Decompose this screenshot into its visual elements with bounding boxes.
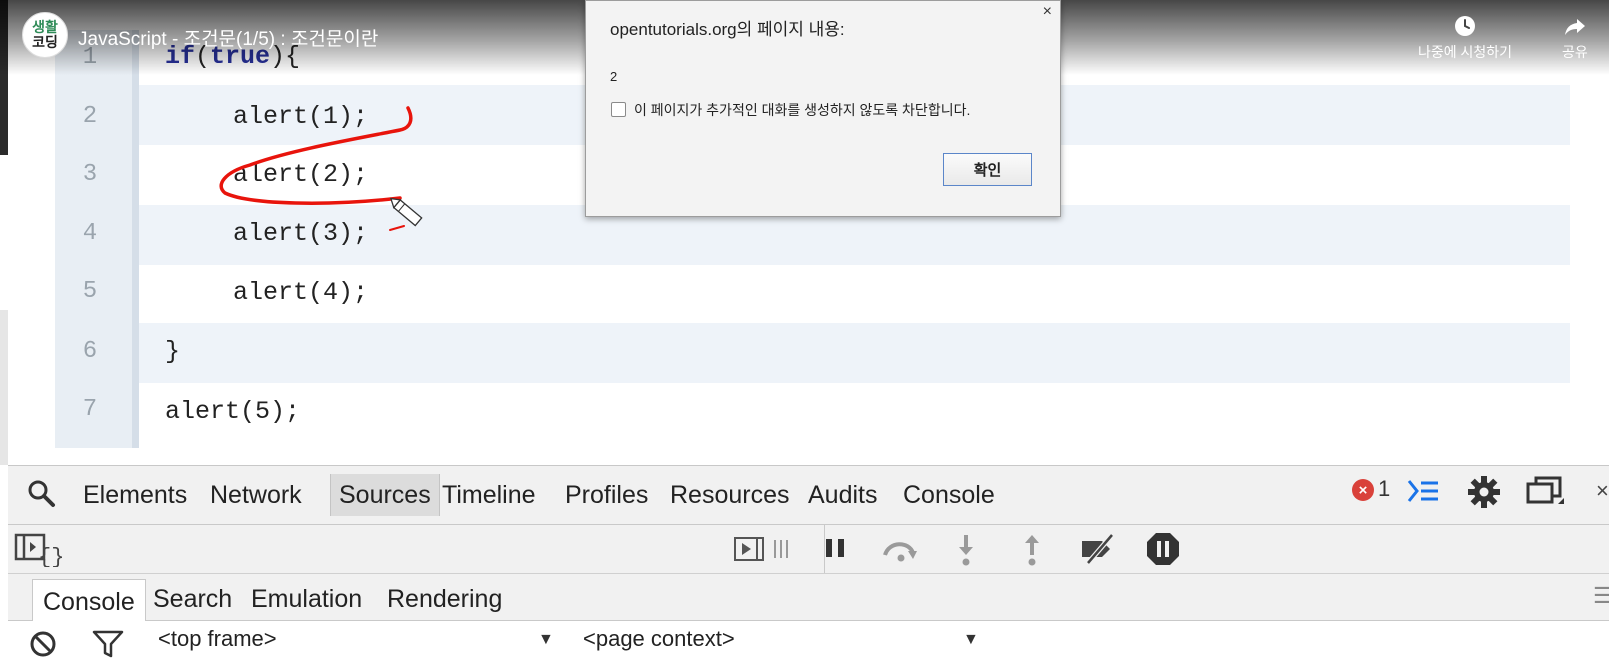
devtools-tabbar: Elements Network Sources Timeline Profil… (8, 466, 1609, 525)
watch-later-button[interactable]: 나중에 시청하기 (1418, 14, 1512, 62)
tab-profiles[interactable]: Profiles (565, 481, 648, 510)
video-title[interactable]: JavaScript - 조건문(1/5) : 조건문이란 (78, 24, 378, 51)
dock-side-icon[interactable] (1526, 476, 1566, 508)
tab-network[interactable]: Network (210, 481, 302, 510)
error-icon[interactable]: × (1352, 479, 1374, 501)
debugger-toolbar: {} (8, 525, 1609, 574)
channel-logo-text: 코딩 (32, 34, 58, 50)
watch-later-label: 나중에 시청하기 (1418, 44, 1513, 60)
red-annotation-stroke (219, 106, 413, 205)
dialog-message: 2 (610, 69, 618, 84)
step-over-icon[interactable] (881, 537, 921, 563)
drawer-tabbar: Console Search Emulation Rendering ☰ (8, 575, 1609, 624)
drawer-tab-console[interactable]: Console (32, 579, 146, 624)
close-devtools-icon[interactable]: × (1596, 478, 1609, 504)
pause-icon[interactable] (823, 535, 849, 563)
step-into-icon[interactable] (956, 533, 976, 567)
channel-logo-text: 생활 (32, 19, 58, 35)
console-filter-bar: <top frame> ▼ <page context> ▼ (8, 621, 1609, 666)
context-selector[interactable]: <page context> (583, 626, 735, 652)
deactivate-breakpoints-icon[interactable] (1078, 533, 1122, 565)
share-button[interactable]: 공유 (1562, 14, 1588, 62)
close-icon[interactable]: × (1043, 3, 1052, 21)
red-annotation-tick (389, 225, 405, 231)
block-dialogs-label[interactable]: 이 페이지가 추가적인 대화를 생성하지 않도록 차단합니다. (634, 100, 970, 120)
error-count[interactable]: 1 (1378, 476, 1390, 502)
alert-dialog: opentutorials.org의 페이지 내용: × 2 이 페이지가 추가… (585, 0, 1061, 217)
pause-on-exceptions-icon[interactable] (1146, 532, 1180, 566)
clock-icon (1455, 16, 1476, 36)
pencil-cursor-icon (389, 197, 423, 227)
tab-timeline[interactable]: Timeline (442, 481, 536, 510)
step-out-icon[interactable] (1022, 533, 1042, 567)
devtools-panel: Elements Network Sources Timeline Profil… (8, 465, 1609, 666)
svg-text:{}: {} (38, 545, 62, 567)
console-drawer-icon[interactable] (1406, 478, 1440, 504)
toggle-debugger-sidebar-icon[interactable] (733, 536, 797, 562)
share-label: 공유 (1562, 44, 1588, 60)
tab-console[interactable]: Console (903, 481, 995, 510)
chevron-down-icon[interactable]: ▼ (538, 631, 554, 649)
tab-elements[interactable]: Elements (83, 481, 187, 510)
chevron-down-icon[interactable]: ▼ (963, 631, 979, 649)
clear-console-icon[interactable] (28, 629, 58, 659)
tab-audits[interactable]: Audits (808, 481, 877, 510)
drawer-tab-rendering[interactable]: Rendering (387, 585, 502, 614)
tab-resources[interactable]: Resources (670, 481, 790, 510)
tab-sources[interactable]: Sources (330, 474, 440, 516)
ok-button[interactable]: 확인 (943, 153, 1032, 186)
toggle-navigator-icon[interactable]: {} (14, 531, 62, 567)
share-arrow-icon (1564, 19, 1585, 35)
search-icon[interactable] (26, 478, 56, 508)
drawer-tab-search[interactable]: Search (153, 585, 232, 614)
drawer-tab-emulation[interactable]: Emulation (251, 585, 362, 614)
dialog-title: opentutorials.org의 페이지 내용: (610, 20, 845, 39)
gear-icon[interactable] (1466, 474, 1502, 510)
frame-selector[interactable]: <top frame> (158, 626, 277, 652)
block-dialogs-checkbox[interactable] (611, 102, 626, 117)
channel-logo[interactable]: 생활 코딩 (22, 12, 68, 58)
filter-icon[interactable] (92, 629, 124, 659)
drawer-menu-icon[interactable]: ☰ (1593, 583, 1609, 609)
